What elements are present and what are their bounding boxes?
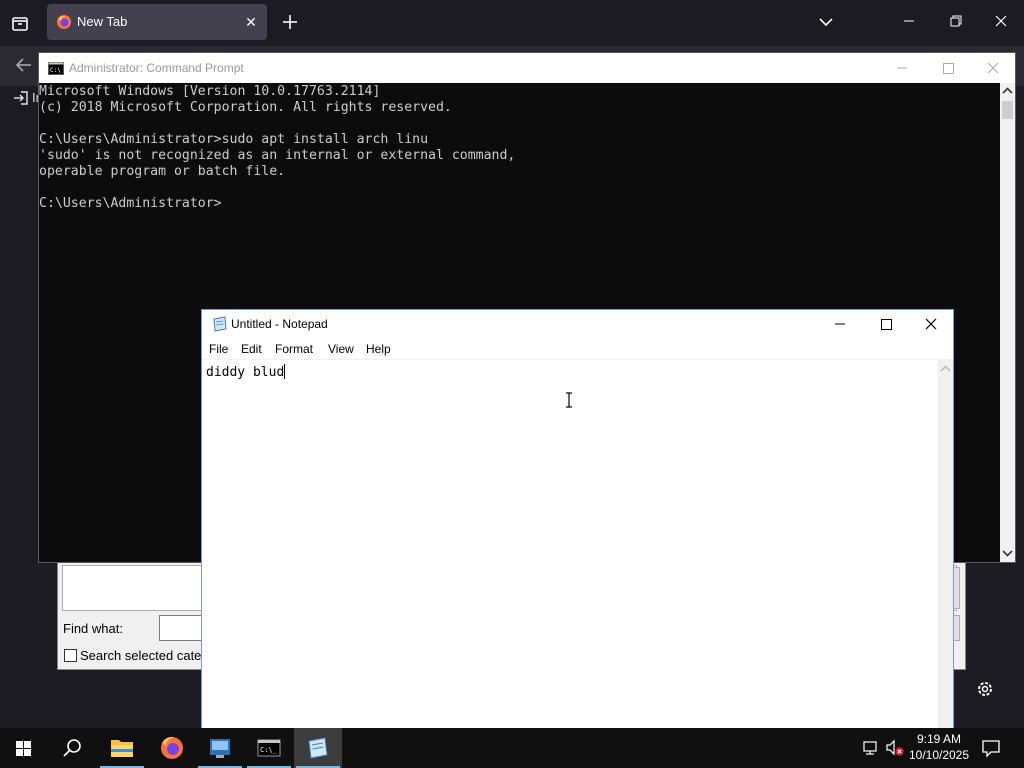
tab-close-icon[interactable]: ✕	[241, 12, 261, 32]
notepad-menubar: File Edit Format View Help	[202, 339, 953, 359]
notepad-text-line: diddy blud	[206, 364, 286, 380]
notepad-content: diddy blud	[206, 365, 285, 380]
menu-file[interactable]: File	[209, 342, 228, 356]
browser-minimize-button[interactable]	[886, 0, 932, 44]
browser-restore-button[interactable]	[932, 0, 978, 44]
cmd-scroll-thumb[interactable]	[1002, 101, 1013, 119]
volume-muted-icon[interactable]	[885, 739, 905, 757]
tab-new-tab[interactable]: New Tab ✕	[47, 4, 267, 40]
back-arrow-icon[interactable]	[12, 54, 36, 76]
notepad-minimize-button[interactable]	[817, 310, 863, 339]
browser-close-button[interactable]	[978, 0, 1024, 44]
menu-format[interactable]: Format	[275, 342, 313, 356]
folder-icon	[111, 740, 133, 757]
plus-icon[interactable]	[278, 10, 302, 34]
svg-text:C:\: C:\	[50, 67, 61, 74]
cmd-maximize-button[interactable]	[925, 53, 971, 83]
menu-edit[interactable]: Edit	[241, 342, 262, 356]
tab-title: New Tab	[77, 14, 128, 29]
signin-icon[interactable]	[12, 90, 30, 106]
find-what-label: Find what:	[63, 621, 123, 636]
clock-time: 9:19 AM	[916, 732, 962, 746]
cmd-window-title: Administrator: Command Prompt	[69, 61, 244, 75]
windows-logo-icon	[16, 741, 31, 756]
taskbar: C:\_ 9:19 AM 10/10/2025	[0, 728, 1024, 768]
taskbar-file-explorer[interactable]	[98, 728, 146, 768]
search-selected-checkbox[interactable]	[64, 649, 77, 662]
taskbar-clock[interactable]: 9:19 AM 10/10/2025	[906, 731, 972, 763]
taskbar-search-button[interactable]	[48, 728, 96, 768]
cmd-output-text: Microsoft Windows [Version 10.0.17763.21…	[39, 84, 516, 211]
taskbar-firefox[interactable]	[148, 728, 196, 768]
start-button[interactable]	[0, 728, 48, 768]
scroll-down-icon[interactable]	[1000, 545, 1015, 562]
notepad-icon	[308, 737, 328, 759]
notepad-close-button[interactable]	[908, 310, 954, 339]
taskbar-notepad[interactable]	[294, 728, 342, 768]
cmd-icon: C:\	[48, 62, 64, 75]
clock-date: 10/10/2025	[908, 748, 970, 762]
firefox-icon	[161, 736, 183, 759]
browser-tabstrip: New Tab ✕	[0, 0, 1024, 46]
list-all-tabs-icon[interactable]	[8, 11, 32, 35]
taskbar-command-prompt[interactable]: C:\_	[245, 728, 293, 768]
scroll-up-icon[interactable]	[938, 362, 953, 376]
cmd-icon: C:\_	[257, 739, 281, 757]
notepad-titlebar[interactable]: Untitled - Notepad	[202, 310, 953, 339]
menu-help[interactable]: Help	[366, 342, 391, 356]
menu-view[interactable]: View	[328, 342, 354, 356]
cmd-close-button[interactable]	[970, 53, 1016, 83]
notepad-scrollbar[interactable]	[938, 359, 953, 729]
search-icon	[63, 739, 81, 757]
text-caret	[284, 364, 286, 379]
gear-icon[interactable]	[975, 679, 995, 699]
server-manager-icon	[210, 739, 230, 758]
notepad-icon	[211, 316, 228, 332]
notepad-window-title: Untitled - Notepad	[231, 317, 328, 331]
chevron-down-icon[interactable]	[815, 11, 837, 33]
network-icon[interactable]	[860, 740, 880, 756]
notepad-window: Untitled - Notepad File Edit Format View…	[201, 309, 954, 729]
cmd-minimize-button[interactable]	[879, 53, 925, 83]
notepad-maximize-button[interactable]	[863, 310, 909, 339]
cmd-scrollbar[interactable]	[1000, 83, 1015, 562]
taskbar-server-manager[interactable]	[196, 728, 244, 768]
cmd-titlebar[interactable]: C:\ Administrator: Command Prompt	[39, 53, 1015, 83]
notepad-text-area[interactable]: diddy blud	[202, 359, 938, 729]
notification-icon[interactable]	[980, 738, 1002, 758]
ibeam-cursor-icon	[564, 392, 574, 408]
scroll-up-icon[interactable]	[1000, 83, 1015, 100]
svg-text:C:\_: C:\_	[260, 746, 278, 754]
firefox-icon	[56, 14, 72, 30]
